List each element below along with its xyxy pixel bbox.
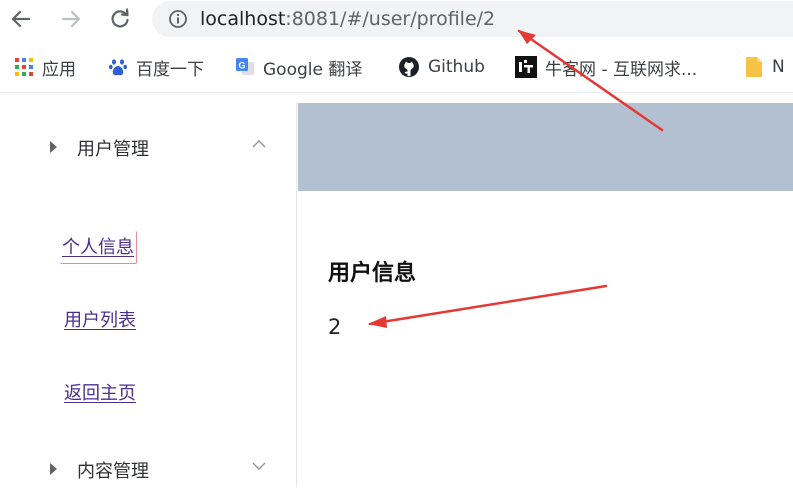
sidebar-menu: 用户管理 个人信息 用户列表 返回主页 内容管理 [0,103,297,487]
menu-link-user-list[interactable]: 用户列表 [64,306,136,332]
github-icon [399,57,419,77]
chevron-down-icon [252,462,266,470]
reload-icon[interactable] [107,6,133,32]
address-bar[interactable]: localhost:8081/#/user/profile/2 [152,1,793,37]
caret-right-icon [50,463,57,475]
url-path: :8081/#/user/profile/2 [285,8,496,30]
menu-link-home[interactable]: 返回主页 [64,379,136,405]
bookmark-label: Github [428,57,485,77]
forward-arrow-icon[interactable] [58,6,84,32]
bookmarks-bar: 应用 百度一下 G Google 翻译 Github 牛客网 - 互联网求...… [0,48,793,86]
url-text[interactable]: localhost:8081/#/user/profile/2 [200,7,495,31]
google-translate-icon: G [236,58,254,75]
page-title: 用户信息 [328,261,417,286]
url-host: localhost [200,8,286,30]
baidu-paw-icon [109,59,127,76]
browser-toolbar: localhost:8081/#/user/profile/2 [0,0,793,40]
menu-link-profile[interactable]: 个人信息 [60,231,137,264]
bookmark-label: 牛客网 - 互联网求... [545,59,698,80]
submenu-label: 用户管理 [77,139,149,160]
main-header [298,103,793,191]
submenu-label: 内容管理 [77,461,149,482]
bookmark-github[interactable]: Github [398,55,485,79]
bookmark-apps[interactable]: 应用 [14,55,76,80]
user-id-value: 2 [328,315,342,339]
bookmark-nowcoder[interactable]: 牛客网 - 互联网求... [515,55,698,80]
toolbar-divider [0,92,793,93]
folder-icon [746,57,762,77]
nowcoder-icon [515,56,537,78]
svg-text:G: G [238,61,245,71]
back-arrow-icon[interactable] [8,6,34,32]
bookmark-label: 应用 [42,59,76,80]
submenu-user-management[interactable]: 用户管理 [0,127,296,167]
bookmark-baidu[interactable]: 百度一下 [108,55,204,80]
apps-grid-icon [15,58,33,76]
chevron-up-icon [252,140,266,148]
bookmark-label: N [772,57,785,77]
submenu-content-management[interactable]: 内容管理 [0,449,296,489]
bookmark-label: Google 翻译 [263,59,363,80]
bookmark-label: 百度一下 [136,59,204,80]
bookmark-google-translate[interactable]: G Google 翻译 [235,55,363,80]
info-icon[interactable] [168,9,188,29]
caret-right-icon [50,141,57,153]
main-content: 用户信息 2 [298,191,793,487]
bookmark-folder[interactable]: N [744,55,785,79]
